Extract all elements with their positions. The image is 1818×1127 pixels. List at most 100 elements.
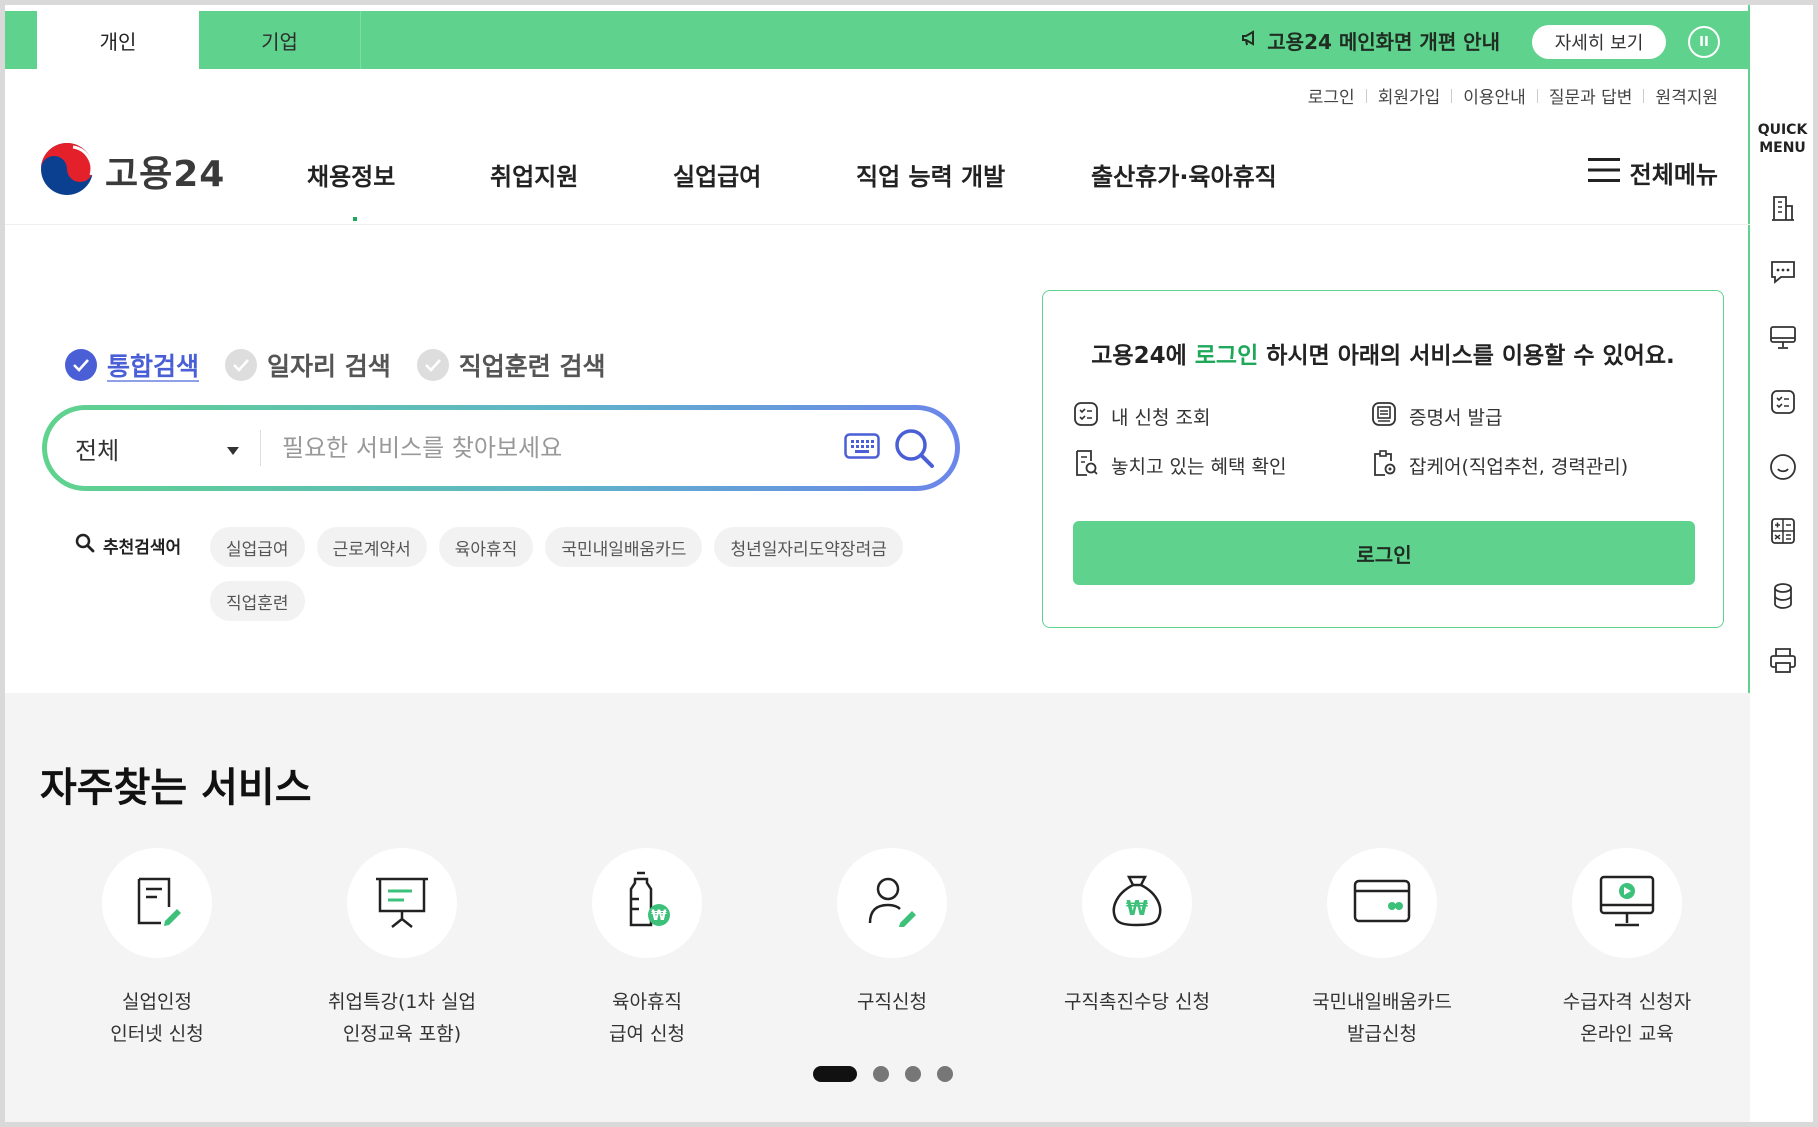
checklist-icon[interactable]: [1768, 387, 1798, 417]
smile-icon[interactable]: [1768, 452, 1798, 482]
util-qna-link[interactable]: 질문과 답변: [1538, 83, 1644, 108]
service-label: 내 신청 조회: [1111, 407, 1211, 429]
search-category-select[interactable]: 전체: [75, 410, 240, 486]
quick-title-line1: QUICK: [1757, 122, 1808, 138]
chat-icon[interactable]: [1768, 257, 1798, 287]
nav-maternity-leave[interactable]: 출산휴가·육아휴직: [1091, 157, 1277, 192]
login-button[interactable]: 로그인: [1073, 521, 1695, 585]
service-item-online-education[interactable]: 수급자격 신청자 온라인 교육: [1507, 848, 1747, 1050]
search-tab-label: 직업훈련 검색: [458, 352, 606, 381]
search-tab-label: 통합검색: [107, 352, 200, 381]
service-label: 국민내일배움카드 발급신청: [1312, 986, 1452, 1050]
service-icon-circle: [102, 848, 212, 958]
notice-link[interactable]: 고용24 메인화면 개편 안내: [1241, 11, 1500, 69]
service-label: 구직촉진수당 신청: [1064, 986, 1210, 1018]
nav-employment-support[interactable]: 취업지원: [490, 157, 578, 192]
taegeuk-logo-icon: [39, 141, 95, 201]
service-my-applications[interactable]: 내 신청 조회: [1073, 401, 1210, 432]
checklist-icon: [1073, 401, 1099, 432]
tab-business[interactable]: 기업: [199, 11, 361, 69]
service-item-job-application[interactable]: 구직신청: [772, 848, 1012, 1018]
clipboard-gear-icon: [1371, 449, 1397, 482]
service-item-parental-leave[interactable]: ₩ 육아휴직급여 신청: [527, 848, 767, 1050]
quick-title-line2: MENU: [1759, 140, 1806, 156]
nav-active-indicator: [353, 217, 357, 221]
search-tab-training[interactable]: 직업훈련 검색: [416, 347, 606, 383]
keyword-chip[interactable]: 근로계약서: [316, 527, 427, 567]
service-certificate[interactable]: 증명서 발급: [1371, 401, 1502, 432]
svg-text:₩: ₩: [651, 908, 667, 924]
all-menu-button[interactable]: 전체메뉴: [1587, 155, 1718, 190]
keyword-chip[interactable]: 청년일자리도약장려금: [714, 527, 903, 567]
service-item-learning-card[interactable]: 국민내일배움카드 발급신청: [1262, 848, 1502, 1050]
check-circle-icon: [416, 349, 449, 381]
service-icon-circle: ₩: [592, 848, 702, 958]
search-tab-jobs[interactable]: 일자리 검색: [225, 347, 391, 383]
top-bar: 개인 기업 고용24 메인화면 개편 안내 자세히 보기 II: [5, 11, 1750, 69]
document-search-icon: [1073, 449, 1099, 482]
monitor-icon[interactable]: [1768, 322, 1798, 352]
money-bag-icon: ₩: [1107, 873, 1167, 933]
hamburger-icon: [1587, 157, 1620, 189]
service-jobcare[interactable]: 잡케어(직업추천, 경력관리): [1371, 449, 1628, 482]
printer-icon[interactable]: [1768, 645, 1798, 675]
nav-unemployment-benefit[interactable]: 실업급여: [673, 157, 761, 192]
service-item-job-allowance[interactable]: ₩ 구직촉진수당 신청: [1017, 848, 1257, 1018]
search-icon[interactable]: [893, 427, 935, 473]
detail-button[interactable]: 자세히 보기: [1532, 25, 1666, 59]
keyword-chips: 실업급여 근로계약서 육아휴직 국민내일배움카드 청년일자리도약장려금 직업훈련: [210, 527, 950, 621]
check-circle-icon: [225, 349, 258, 381]
search-type-tabs: 통합검색 일자리 검색 직업훈련 검색: [65, 347, 605, 383]
keyword-chip[interactable]: 국민내일배움카드: [545, 527, 703, 567]
keyboard-icon[interactable]: [844, 433, 880, 463]
carousel-dot-1[interactable]: [813, 1066, 857, 1082]
search-tab-integrated[interactable]: 통합검색: [65, 347, 199, 383]
search-input[interactable]: [282, 426, 722, 470]
certificate-icon: [1371, 401, 1397, 432]
calculator-icon[interactable]: [1768, 516, 1798, 546]
service-item-unemployment-cert[interactable]: 실업인정 인터넷 신청: [37, 848, 277, 1050]
document-pen-icon: [129, 873, 185, 933]
main-content: 개인 기업 고용24 메인화면 개편 안내 자세히 보기 II 로그인 회원가입…: [5, 5, 1750, 1122]
login-card-title: 고용24에 로그인 하시면 아래의 서비스를 이용할 수 있어요.: [1043, 336, 1723, 370]
svg-text:₩: ₩: [1126, 896, 1148, 920]
carousel-dot-4[interactable]: [937, 1066, 953, 1082]
keyword-chip[interactable]: 실업급여: [210, 527, 305, 567]
keyword-chip[interactable]: 직업훈련: [210, 581, 305, 621]
monitor-play-icon: [1597, 873, 1657, 933]
nav-skill-development[interactable]: 직업 능력 개발: [856, 157, 1005, 192]
service-missed-benefits[interactable]: 놓치고 있는 혜택 확인: [1073, 449, 1286, 482]
util-signup-link[interactable]: 회원가입: [1367, 83, 1452, 108]
carousel-dot-3[interactable]: [905, 1066, 921, 1082]
service-label-line1: 구직신청: [857, 991, 927, 1013]
carousel-dot-2[interactable]: [873, 1066, 889, 1082]
select-divider: [260, 430, 261, 466]
service-label-line1: 실업인정: [122, 991, 192, 1013]
frequent-services: 자주찾는 서비스 실업인정 인터넷 신청 취업특강(1차 실업 인정교육 포함) ₩…: [5, 693, 1750, 1122]
service-label-line1: 육아휴직: [612, 991, 682, 1013]
site-logo[interactable]: 고용24: [39, 141, 225, 201]
util-login-link[interactable]: 로그인: [1297, 83, 1366, 108]
recommended-label: 추천검색어: [75, 533, 181, 558]
service-label: 실업인정 인터넷 신청: [110, 986, 203, 1050]
frequent-title: 자주찾는 서비스: [40, 765, 312, 811]
search-tab-label: 일자리 검색: [267, 352, 391, 381]
service-label-line2: 급여 신청: [609, 1023, 685, 1045]
keyword-chip[interactable]: 육아휴직: [438, 527, 534, 567]
check-circle-icon: [65, 349, 97, 381]
service-label: 구직신청: [857, 986, 927, 1018]
service-item-employment-lecture[interactable]: 취업특강(1차 실업 인정교육 포함): [282, 848, 522, 1050]
card-icon: [1352, 878, 1412, 928]
pause-button[interactable]: II: [1688, 26, 1720, 58]
nav-jobs[interactable]: 채용정보: [307, 157, 395, 192]
coins-icon[interactable]: [1768, 581, 1798, 611]
logo-text: 고용24: [105, 154, 226, 195]
util-guide-link[interactable]: 이용안내: [1452, 83, 1537, 108]
tab-personal[interactable]: 개인: [37, 11, 199, 69]
util-remote-link[interactable]: 원격지원: [1644, 83, 1718, 108]
building-icon[interactable]: [1768, 193, 1798, 223]
all-menu-label: 전체메뉴: [1629, 161, 1718, 189]
title-post: 하시면 아래의 서비스를 이용할 수 있어요.: [1258, 343, 1675, 369]
page-frame: 개인 기업 고용24 메인화면 개편 안내 자세히 보기 II 로그인 회원가입…: [5, 5, 1813, 1122]
quick-menu: QUICK MENU: [1752, 5, 1813, 1122]
